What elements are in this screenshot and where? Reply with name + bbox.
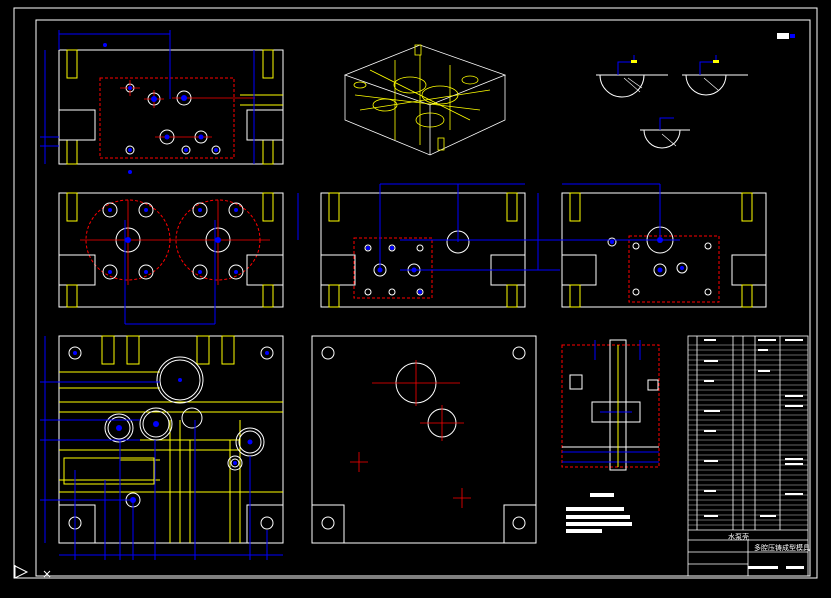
view-top-left-plate — [40, 30, 284, 174]
isometric-view — [343, 44, 507, 156]
view-mid-right-plate — [550, 183, 767, 308]
view-bottom-left-assembly — [40, 335, 284, 560]
parts-list-rows — [688, 344, 808, 526]
drawing-name-label: 多腔压铸成型模具 — [754, 544, 810, 552]
view-mid-center-plate — [320, 183, 560, 308]
ucs-axis-icon — [14, 565, 51, 579]
view-mechanism-detail — [561, 339, 660, 471]
view-bottom-center-plate — [311, 335, 537, 544]
viewport-marker-icon[interactable] — [777, 33, 795, 39]
parts-list-fills — [704, 339, 804, 569]
title-small-label: 水泵壳 — [728, 533, 749, 541]
view-mid-left-plate — [58, 192, 299, 325]
technical-notes — [566, 493, 632, 533]
cad-drawing-canvas[interactable]: 水泵壳 多腔压铸成型模具 — [0, 0, 831, 594]
detail-sections — [596, 55, 748, 149]
